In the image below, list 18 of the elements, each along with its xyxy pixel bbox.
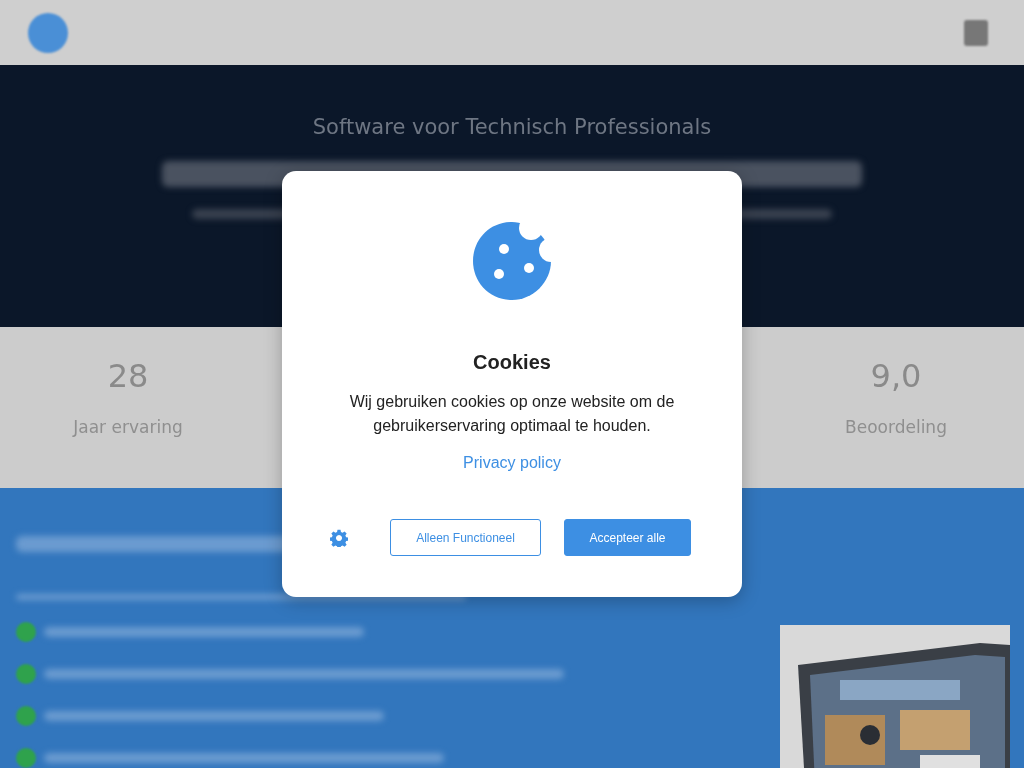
privacy-link[interactable]: Privacy policy xyxy=(463,454,561,472)
check-icon xyxy=(16,706,36,726)
cookie-icon xyxy=(471,220,553,302)
check-icon xyxy=(16,748,36,768)
stat-value: 28 xyxy=(107,357,149,395)
accept-button[interactable]: Accepteer alle xyxy=(564,519,691,556)
logo-icon[interactable] xyxy=(28,12,68,53)
functional-button[interactable]: Alleen Functioneel xyxy=(390,519,541,556)
dialog-title: Cookies xyxy=(473,351,551,374)
check-icon xyxy=(16,622,36,642)
hero-subtitle: Software voor Technisch Professionals xyxy=(312,115,712,139)
dialog-message: Wij gebruiken cookies op onze website om de gebruikerservaring optimaal te houden. xyxy=(348,392,676,436)
stat-label: Jaar ervaring xyxy=(73,417,183,437)
stat-label: Beoordeling xyxy=(845,417,947,437)
settings-icon[interactable] xyxy=(330,528,348,547)
check-icon xyxy=(16,664,36,684)
menu-icon[interactable] xyxy=(964,19,988,46)
stat-value: 9,0 xyxy=(870,357,922,395)
